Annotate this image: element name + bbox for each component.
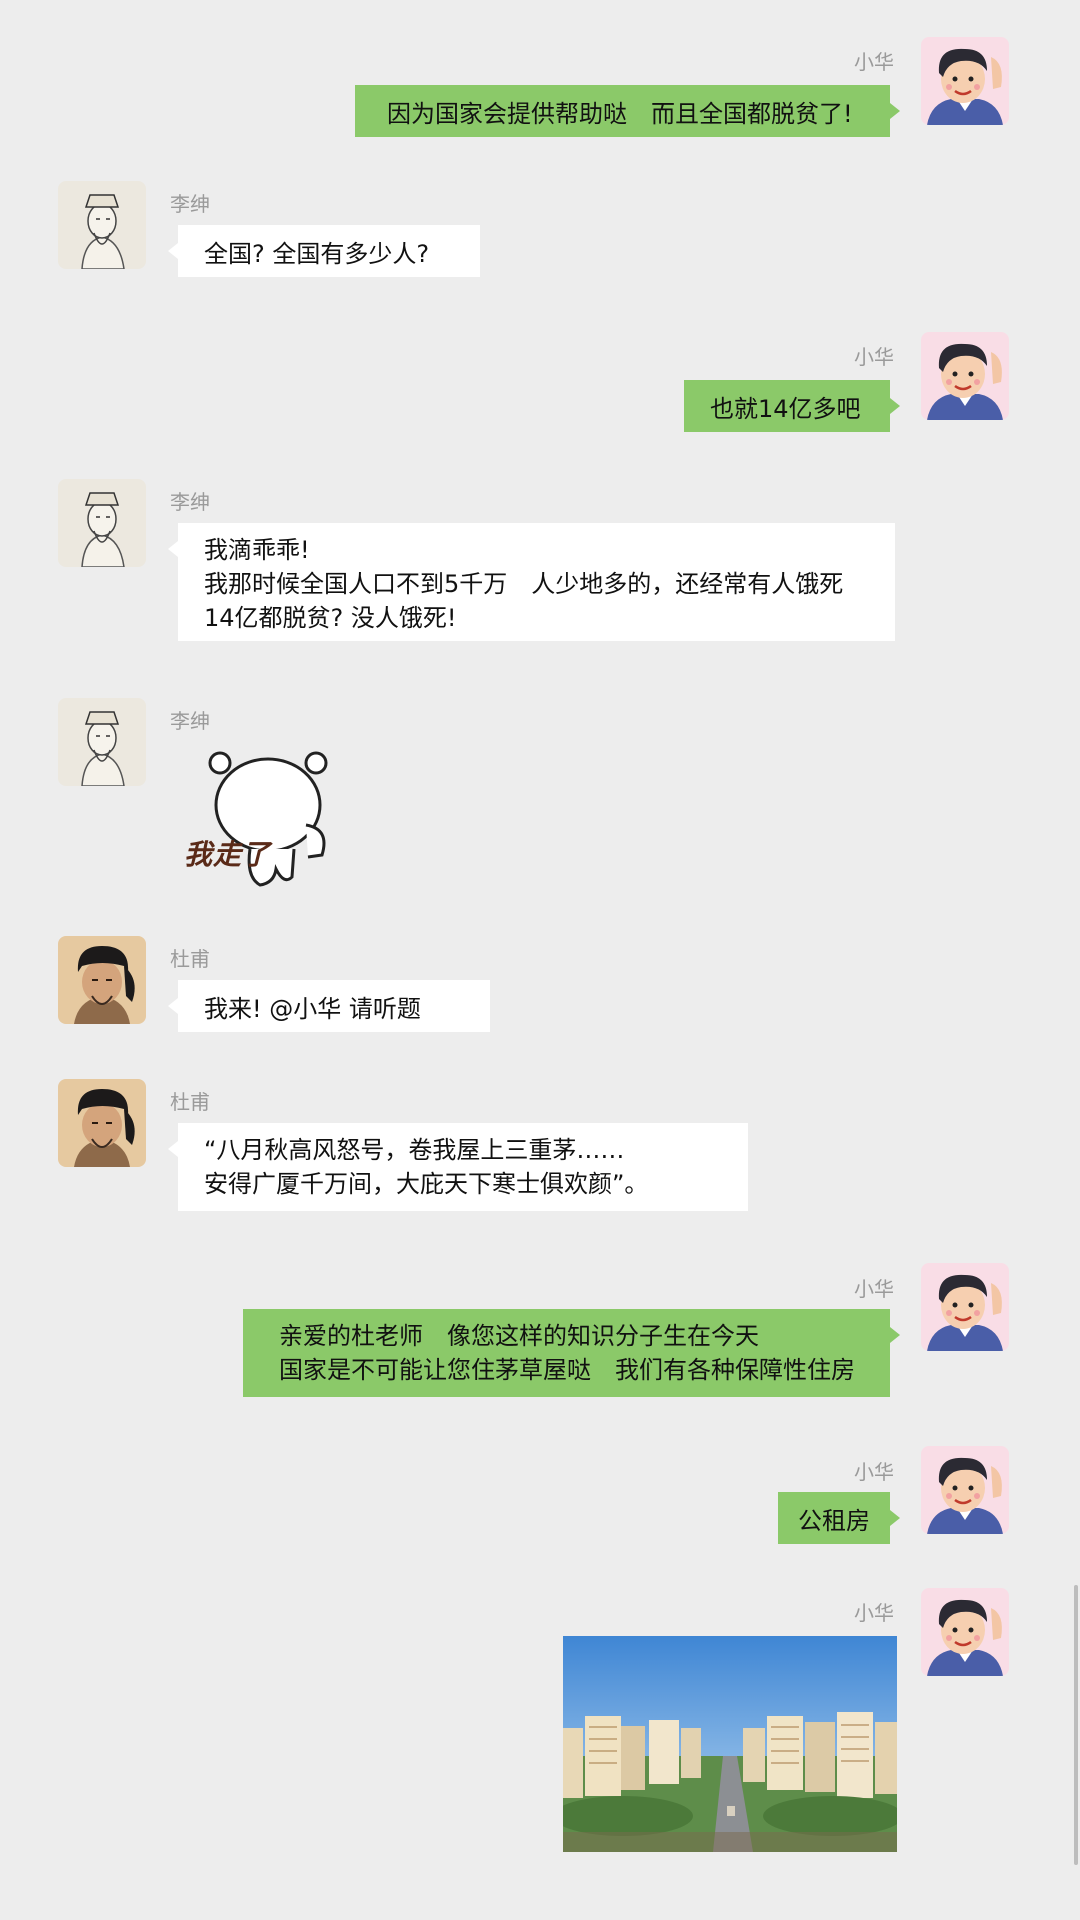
bubble-text: 全国? 全国有多少人? [204, 240, 430, 268]
avatar-lishen-icon[interactable] [58, 479, 146, 567]
chat-bubble[interactable]: 我滴乖乖! 我那时候全国人口不到5千万 人少地多的，还经常有人饿死 14亿都脱贫… [168, 523, 895, 641]
chat-bubble[interactable]: “八月秋高风怒号，卷我屋上三重茅…… 安得广厦千万间，大庇天下寒士俱欢颜”。 [168, 1123, 748, 1211]
sender-name: 李绅 [170, 490, 210, 514]
bubble-text: 14亿都脱贫? 没人饿死! [204, 604, 457, 632]
chat-bubble[interactable]: 因为国家会提供帮助哒 而且全国都脱贫了! [355, 85, 900, 137]
avatar-lishen-icon[interactable] [58, 698, 146, 786]
avatar-xiaohua-icon[interactable] [921, 1263, 1009, 1351]
scrollbar[interactable] [1074, 1585, 1078, 1865]
bubble-text: 我来! @小华 请听题 [204, 995, 421, 1023]
avatar-dufu-icon[interactable] [58, 936, 146, 1024]
chat-bubble[interactable]: 公租房 [778, 1492, 900, 1544]
chat-bubble[interactable]: 全国? 全国有多少人? [168, 225, 480, 277]
bubble-text: 我那时候全国人口不到5千万 人少地多的，还经常有人饿死 [204, 570, 844, 598]
chat-bubble[interactable]: 亲爱的杜老师 像您这样的知识分子生在今天 国家是不可能让您住茅草屋哒 我们有各种… [243, 1309, 900, 1397]
avatar-xiaohua-icon[interactable] [921, 37, 1009, 125]
bubble-text: 也就14亿多吧 [710, 395, 861, 423]
avatar-xiaohua-icon[interactable] [921, 1588, 1009, 1676]
bear-sticker[interactable]: 我走了 [180, 745, 340, 895]
sender-name: 小华 [854, 1277, 894, 1301]
sender-name: 小华 [854, 1601, 894, 1625]
avatar-xiaohua-icon[interactable] [921, 1446, 1009, 1534]
avatar-xiaohua-icon[interactable] [921, 332, 1009, 420]
chat-bubble[interactable]: 也就14亿多吧 [684, 380, 900, 432]
avatar-dufu-icon[interactable] [58, 1079, 146, 1167]
apartment-photo-icon [563, 1636, 897, 1852]
bubble-text: 公租房 [798, 1507, 870, 1535]
sender-name: 杜甫 [170, 947, 210, 971]
chat-bubble[interactable]: 我来! @小华 请听题 [168, 980, 490, 1032]
sender-name: 小华 [854, 345, 894, 369]
bubble-text: 因为国家会提供帮助哒 而且全国都脱贫了! [387, 100, 853, 128]
sender-name: 小华 [854, 1460, 894, 1484]
bubble-text: 安得广厦千万间，大庇天下寒士俱欢颜”。 [204, 1170, 649, 1198]
sender-name: 杜甫 [170, 1090, 210, 1114]
apartment-complex-photo[interactable] [563, 1636, 897, 1852]
sender-name: 李绅 [170, 709, 210, 733]
bubble-text: 国家是不可能让您住茅草屋哒 我们有各种保障性住房 [279, 1356, 855, 1384]
avatar-lishen-icon[interactable] [58, 181, 146, 269]
bubble-text: 我滴乖乖! [204, 536, 310, 564]
sender-name: 李绅 [170, 192, 210, 216]
bubble-text: “八月秋高风怒号，卷我屋上三重茅…… [204, 1136, 625, 1164]
sticker-caption: 我走了 [184, 838, 272, 871]
bubble-text: 亲爱的杜老师 像您这样的知识分子生在今天 [279, 1322, 759, 1350]
sender-name: 小华 [854, 50, 894, 74]
